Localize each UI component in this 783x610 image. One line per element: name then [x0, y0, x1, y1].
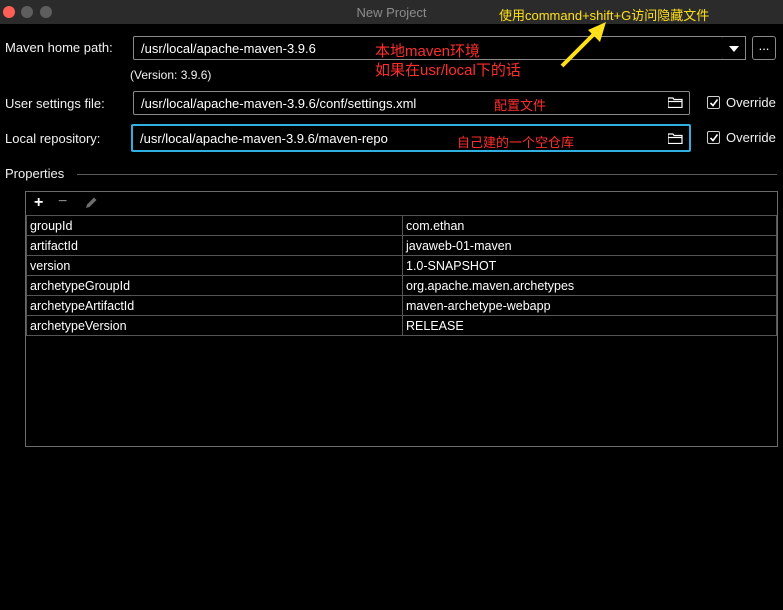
table-row[interactable]: groupId com.ethan [26, 215, 777, 236]
user-settings-field[interactable]: /usr/local/apache-maven-3.9.6/conf/setti… [133, 91, 690, 115]
property-value-cell[interactable]: javaweb-01-maven [402, 235, 777, 256]
maven-home-value: /usr/local/apache-maven-3.9.6 [141, 41, 316, 56]
property-value-cell[interactable]: com.ethan [402, 215, 777, 236]
properties-table: groupId com.ethan artifactId javaweb-01-… [26, 215, 777, 336]
maven-version-text: (Version: 3.9.6) [130, 68, 212, 82]
remove-property-button[interactable]: − [58, 193, 67, 211]
property-value-cell[interactable]: maven-archetype-webapp [402, 295, 777, 316]
local-repo-field[interactable]: /usr/local/apache-maven-3.9.6/maven-repo [131, 124, 691, 152]
property-value-cell[interactable]: org.apache.maven.archetypes [402, 275, 777, 296]
property-key-cell[interactable]: archetypeArtifactId [26, 295, 403, 316]
annotation-own-repo: 自己建的一个空仓库 [457, 135, 575, 150]
property-key-cell[interactable]: artifactId [26, 235, 403, 256]
add-property-button[interactable]: + [34, 194, 43, 212]
local-repo-label: Local repository: [5, 131, 101, 146]
maven-home-dropdown-button[interactable] [723, 36, 746, 60]
folder-icon[interactable] [668, 97, 683, 108]
table-row[interactable]: artifactId javaweb-01-maven [26, 235, 777, 256]
checkmark-icon [709, 99, 719, 107]
local-repo-override-checkbox[interactable] [707, 131, 720, 144]
local-repo-value: /usr/local/apache-maven-3.9.6/maven-repo [140, 131, 388, 146]
property-key-cell[interactable]: groupId [26, 215, 403, 236]
maven-home-browse-button[interactable]: ... [752, 36, 776, 60]
arrow-annotation-icon [560, 22, 606, 68]
annotation-local-env: 本地maven环境 [375, 43, 481, 60]
property-key-cell[interactable]: archetypeVersion [26, 315, 403, 336]
table-row[interactable]: archetypeArtifactId maven-archetype-weba… [26, 295, 777, 316]
properties-panel: + − groupId com.ethan artifactId javaweb… [25, 191, 778, 447]
table-row[interactable]: version 1.0-SNAPSHOT [26, 255, 777, 276]
user-settings-label: User settings file: [5, 96, 105, 111]
checkmark-icon [709, 134, 719, 142]
property-value-cell[interactable]: RELEASE [402, 315, 777, 336]
pencil-icon[interactable] [84, 196, 98, 210]
property-key-cell[interactable]: version [26, 255, 403, 276]
maven-home-label: Maven home path: [5, 40, 113, 55]
user-settings-override-label[interactable]: Override [726, 95, 776, 110]
folder-icon[interactable] [668, 133, 683, 144]
annotation-if-local: 如果在usr/local下的话 [375, 62, 521, 79]
local-repo-override-label[interactable]: Override [726, 130, 776, 145]
table-row[interactable]: archetypeGroupId org.apache.maven.archet… [26, 275, 777, 296]
property-key-cell[interactable]: archetypeGroupId [26, 275, 403, 296]
chevron-down-icon [729, 46, 739, 52]
property-value-cell[interactable]: 1.0-SNAPSHOT [402, 255, 777, 276]
properties-divider [77, 174, 777, 175]
table-row[interactable]: archetypeVersion RELEASE [26, 315, 777, 336]
user-settings-value: /usr/local/apache-maven-3.9.6/conf/setti… [141, 96, 417, 111]
properties-title: Properties [5, 166, 65, 181]
annotation-config-file: 配置文件 [494, 98, 547, 113]
user-settings-override-checkbox[interactable] [707, 96, 720, 109]
